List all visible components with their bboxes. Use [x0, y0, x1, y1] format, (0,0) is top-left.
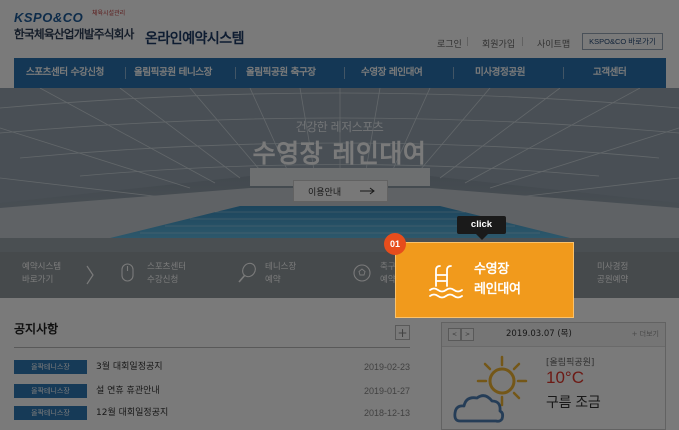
sitemap-link[interactable]: 사이트맵 — [537, 37, 570, 50]
weather-widget: < > 2019.03.07 (목) + 더보기 [올림픽공원] 10°C 구름… — [441, 322, 666, 430]
nav-pool[interactable]: 수영장 레인대여 — [361, 58, 423, 88]
login-link[interactable]: 로그인 — [437, 37, 462, 50]
weather-more-link[interactable]: + 더보기 — [632, 323, 659, 346]
weather-description: 구름 조금 — [546, 395, 601, 411]
nav-divider — [453, 67, 454, 79]
content-area: 공지사항 + 올팍테니스장 3월 대회일정공지 2019-02-23 올팍테니스… — [0, 298, 679, 430]
notice-more-button[interactable]: + — [395, 325, 410, 340]
usage-guide-label: 이용안내 — [308, 188, 342, 198]
swimming-pool-icon — [429, 265, 463, 299]
kspo-shortcut-button[interactable]: KSPO&CO 바로가기 — [582, 33, 663, 50]
notice-row-title[interactable]: 12월 대회일정공지 — [96, 406, 168, 420]
chevron-right-icon — [86, 265, 94, 285]
nav-misa[interactable]: 미사경정공원 — [475, 58, 525, 88]
company-name: 한국체육산업개발주식회사 — [14, 27, 134, 41]
weather-next-button[interactable]: > — [461, 328, 474, 341]
quick-bar-label: 예약시스템 바로가기 — [22, 262, 62, 285]
quick-reservation-bar: 예약시스템 바로가기 스포츠센터 수강신청 테니스장 예약 축구장 예약 미사경… — [0, 252, 679, 298]
notice-row-title[interactable]: 설 연휴 휴관안내 — [96, 384, 160, 398]
nav-divider — [125, 67, 126, 79]
notice-row-date: 2018-12-13 — [363, 408, 410, 418]
nav-customer-center[interactable]: 고객센터 — [593, 58, 627, 88]
weather-prev-button[interactable]: < — [448, 328, 461, 341]
weather-temperature: 10°C — [546, 368, 584, 387]
pool-lane-rental-quick-button[interactable]: 수영장 레인대여 — [395, 242, 574, 318]
notice-category-badge: 올팍테니스장 — [14, 360, 87, 374]
notice-row-date: 2019-02-23 — [363, 362, 410, 372]
tennis-racket-icon — [238, 262, 256, 283]
arrow-right-icon — [360, 187, 375, 195]
nav-divider — [235, 67, 236, 79]
notice-row-date: 2019-01-27 — [363, 386, 410, 396]
quick-item-label: 미사경정 공원예약 — [597, 262, 629, 285]
nav-soccer[interactable]: 올림픽공원 축구장 — [246, 58, 316, 88]
notice-row[interactable]: 올팍테니스장 3월 대회일정공지 2019-02-23 — [14, 360, 410, 376]
mouse-icon — [121, 263, 134, 282]
util-divider: | — [521, 37, 525, 47]
main-nav: 스포츠센터 수강신청 올림픽공원 테니스장 올림픽공원 축구장 수영장 레인대여… — [14, 58, 666, 88]
notice-category-badge: 올팍테니스장 — [14, 384, 87, 398]
hero-subtitle: 건강한 레저스포츠 — [295, 120, 384, 134]
site-header: KSPO&CO 체육시설관리 한국체육산업개발주식회사 온라인예약시스템 로그인… — [0, 0, 679, 56]
util-divider: | — [466, 37, 470, 47]
partly-cloudy-icon — [453, 355, 528, 423]
nav-divider — [563, 67, 564, 79]
click-tooltip: click — [457, 216, 506, 234]
usage-guide-button[interactable]: 이용안내 — [293, 180, 388, 202]
kspo-logo[interactable]: KSPO&CO 체육시설관리 한국체육산업개발주식회사 — [14, 10, 134, 42]
weather-date: 2019.03.07 (목) — [506, 329, 572, 339]
click-tooltip-pointer — [476, 234, 488, 240]
weather-header: < > 2019.03.07 (목) + 더보기 — [442, 323, 665, 347]
weather-location: [올림픽공원] — [546, 358, 595, 368]
notice-row[interactable]: 올팍테니스장 12월 대회일정공지 2018-12-13 — [14, 406, 410, 422]
hero-title: 수영장 레인대여 — [252, 139, 427, 168]
notice-category-badge: 올팍테니스장 — [14, 406, 87, 420]
quick-item-label: 스포츠센터 수강신청 — [147, 262, 187, 285]
notice-divider — [14, 347, 410, 348]
nav-tennis[interactable]: 올림픽공원 테니스장 — [134, 58, 212, 88]
quick-item-label: 테니스장 예약 — [265, 262, 297, 285]
step-number-badge: 01 — [384, 233, 406, 255]
nav-divider — [344, 67, 345, 79]
notice-row-title[interactable]: 3월 대회일정공지 — [96, 360, 163, 374]
logo-subtext: 체육시설관리 — [92, 10, 126, 17]
notice-title: 공지사항 — [14, 322, 59, 336]
signup-link[interactable]: 회원가입 — [482, 37, 515, 50]
soccer-ball-icon — [353, 264, 371, 282]
pool-lane-rental-label: 수영장 레인대여 — [474, 262, 521, 297]
nav-sports-center[interactable]: 스포츠센터 수강신청 — [26, 58, 104, 88]
notice-row[interactable]: 올팍테니스장 설 연휴 휴관안내 2019-01-27 — [14, 384, 410, 400]
system-title: 온라인예약시스템 — [145, 31, 245, 47]
